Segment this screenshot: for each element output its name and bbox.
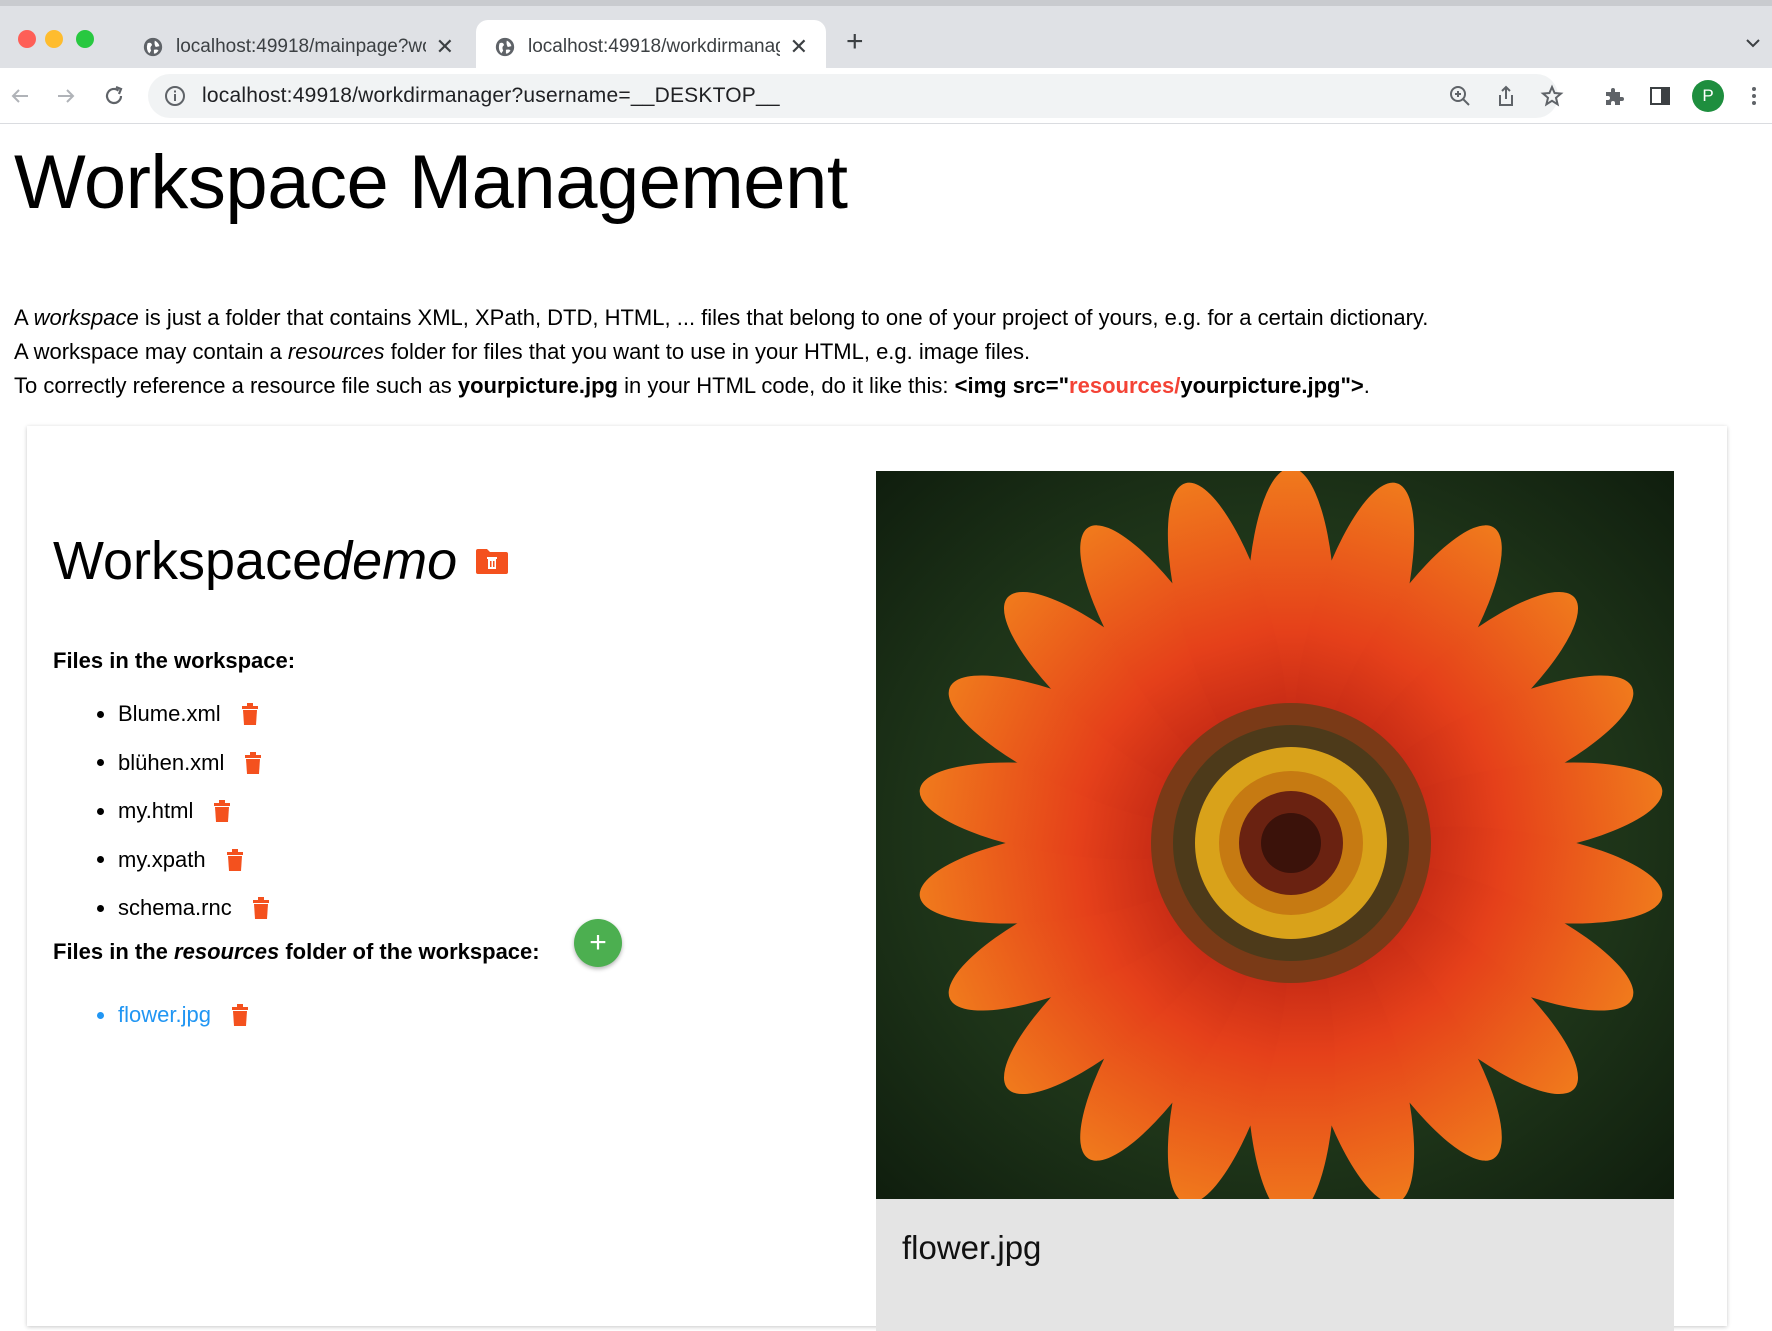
- resource-list: flower.jpg: [97, 991, 249, 1039]
- globe-icon: [143, 37, 163, 57]
- trash-icon[interactable]: [241, 703, 259, 726]
- resources-label: Files in the resources folder of the wor…: [53, 939, 540, 964]
- intro-line-3: To correctly reference a resource file s…: [14, 373, 1370, 398]
- bullet: [97, 759, 104, 767]
- file-name: Blume.xml: [118, 701, 221, 727]
- page-content: Workspace Management A workspace is just…: [0, 125, 1772, 1331]
- list-item: Blume.xml: [97, 690, 270, 739]
- tab-strip: localhost:49918/mainpage?workdir ✕ local…: [0, 0, 1772, 74]
- extensions-icon[interactable]: [1602, 84, 1626, 108]
- tab-mainpage[interactable]: localhost:49918/mainpage?workdir ✕: [124, 20, 472, 74]
- flower-photo: [876, 471, 1674, 1199]
- side-panel-icon[interactable]: [1648, 84, 1672, 108]
- trash-icon[interactable]: [213, 800, 231, 823]
- reload-icon[interactable]: [102, 84, 126, 108]
- list-item: blühen.xml: [97, 739, 270, 788]
- share-icon[interactable]: [1494, 84, 1518, 108]
- file-name: blühen.xml: [118, 749, 225, 775]
- workspace-card: Workspace demo Files in the workspace: B…: [27, 426, 1727, 1331]
- zoom-window-button[interactable]: [76, 30, 94, 48]
- back-arrow-icon[interactable]: [8, 84, 32, 108]
- intro-text: A workspace is just a folder that contai…: [14, 301, 1428, 403]
- close-window-button[interactable]: [18, 30, 36, 48]
- url-text: localhost:49918/workdirmanager?username=…: [202, 84, 780, 107]
- file-name: my.html: [118, 798, 194, 824]
- list-item: my.html: [97, 787, 270, 836]
- more-vert-icon[interactable]: [1742, 84, 1766, 108]
- new-tab-button[interactable]: +: [846, 27, 864, 57]
- trash-icon[interactable]: [244, 751, 262, 774]
- bullet: [97, 710, 104, 718]
- trash-icon[interactable]: [226, 848, 244, 871]
- close-icon[interactable]: ✕: [436, 34, 454, 60]
- globe-icon: [495, 37, 515, 57]
- add-resource-button[interactable]: +: [574, 919, 622, 967]
- trash-icon[interactable]: [231, 1004, 249, 1026]
- file-list: Blume.xml blühen.xml my.html my.xpath sc…: [97, 690, 270, 933]
- intro-line-2: A workspace may contain a resources fold…: [14, 339, 1031, 364]
- bullet: [97, 807, 104, 815]
- chevron-down-icon[interactable]: [1746, 36, 1760, 50]
- workspace-name: demo: [322, 531, 458, 591]
- bullet: [97, 904, 104, 912]
- list-item: my.xpath: [97, 836, 270, 885]
- list-item: schema.rnc: [97, 884, 270, 933]
- folder-delete-icon[interactable]: [475, 547, 509, 575]
- image-preview: flower.jpg: [876, 471, 1674, 1331]
- trash-icon[interactable]: [252, 897, 270, 920]
- bullet: [97, 856, 104, 864]
- star-icon[interactable]: [1540, 84, 1564, 108]
- close-icon[interactable]: ✕: [790, 34, 808, 60]
- bullet: [97, 1011, 104, 1019]
- file-name: schema.rnc: [118, 895, 232, 921]
- minimize-window-button[interactable]: [45, 30, 63, 48]
- address-bar[interactable]: localhost:49918/workdirmanager?username=…: [148, 74, 1564, 118]
- resource-link[interactable]: flower.jpg: [118, 1002, 211, 1028]
- files-label: Files in the workspace:: [53, 648, 296, 673]
- workspace-title: Workspace demo: [53, 530, 509, 592]
- forward-arrow-icon[interactable]: [54, 84, 78, 108]
- browser-toolbar: localhost:49918/workdirmanager?username=…: [0, 68, 1772, 124]
- file-name: my.xpath: [118, 846, 206, 872]
- preview-caption: flower.jpg: [902, 1229, 1042, 1266]
- intro-line-1: A workspace is just a folder that contai…: [14, 305, 1429, 330]
- zoom-icon[interactable]: [1448, 84, 1472, 108]
- avatar[interactable]: P: [1692, 80, 1724, 112]
- tab-title: localhost:49918/workdirmanager: [528, 36, 780, 57]
- preview-caption-bar: flower.jpg: [876, 1199, 1674, 1331]
- list-item: flower.jpg: [97, 991, 249, 1039]
- tab-title: localhost:49918/mainpage?workdir: [176, 36, 426, 57]
- page-title: Workspace Management: [14, 140, 848, 225]
- tab-workdirmanager[interactable]: localhost:49918/workdirmanager ✕: [476, 20, 826, 74]
- info-icon[interactable]: [164, 85, 186, 107]
